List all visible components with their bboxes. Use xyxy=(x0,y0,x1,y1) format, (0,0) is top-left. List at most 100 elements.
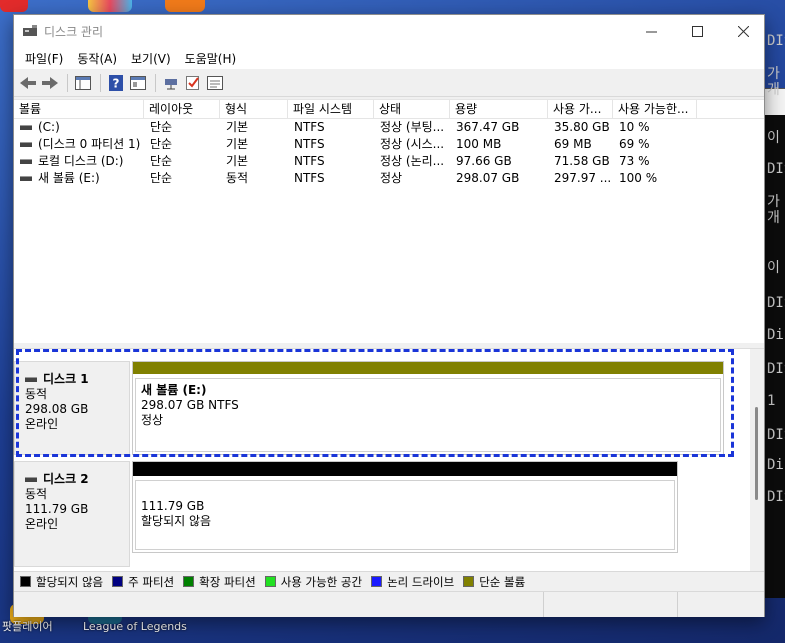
minimize-icon xyxy=(645,31,657,32)
console-text-line: 이 xyxy=(767,130,780,146)
legend-label: 단순 볼륨 xyxy=(479,574,526,589)
table-cell: 로컬 디스크 (D:) xyxy=(14,153,144,170)
titlebar: 디스크 관리 xyxy=(14,15,764,47)
list-button[interactable] xyxy=(205,73,225,93)
legend-label: 주 파티션 xyxy=(128,574,175,589)
table-cell: 100 MB xyxy=(456,137,502,151)
toolbar-separator xyxy=(67,73,68,92)
table-cell: 정상 xyxy=(380,171,403,185)
disk-management-window: 디스크 관리 파일(F) 동작(A) 보기(V) 도움말(H) ? 볼륨 레이아… xyxy=(13,14,765,617)
menu-action[interactable]: 동작(A) xyxy=(70,50,124,67)
connect-icon xyxy=(165,78,177,89)
column-header-volume[interactable]: 볼륨 xyxy=(14,100,144,118)
check-button[interactable] xyxy=(183,73,203,93)
scrollbar-thumb[interactable] xyxy=(755,407,758,500)
table-cell: 73 % xyxy=(619,154,650,168)
console-text-line: 1 xyxy=(767,393,776,409)
table-cell: 기본 xyxy=(226,120,249,134)
disk-status: 온라인 xyxy=(25,517,59,531)
table-cell: 71.58 GB xyxy=(554,154,610,168)
menu-view[interactable]: 보기(V) xyxy=(124,50,178,67)
desktop-app-icon-red[interactable] xyxy=(0,0,28,12)
console-view-button[interactable] xyxy=(73,73,93,93)
menu-help[interactable]: 도움말(H) xyxy=(178,50,244,67)
column-header-capacity[interactable]: 용량 xyxy=(450,100,548,118)
column-header-filesystem[interactable]: 파일 시스템 xyxy=(288,100,374,118)
volume-drive-icon xyxy=(20,176,32,181)
volume-drive-icon xyxy=(20,125,32,130)
status-bar xyxy=(14,591,764,617)
vertical-scrollbar[interactable] xyxy=(750,349,764,571)
table-cell: 단순 xyxy=(150,120,173,134)
table-cell: (디스크 0 파티션 1) xyxy=(14,136,144,153)
console-text-line: DIS xyxy=(767,33,785,49)
connect-button[interactable] xyxy=(161,73,181,93)
close-button[interactable] xyxy=(720,15,766,47)
legend-bar: 할당되지 않음 주 파티션 확장 파티션 사용 가능한 공간 논리 드라이브 단순 볼륨 xyxy=(14,571,764,591)
table-cell: 단순 xyxy=(150,154,173,168)
console-text-line: DIS xyxy=(767,361,785,377)
table-cell: 단순 xyxy=(150,171,173,185)
table-row[interactable]: (디스크 0 파티션 1) 단순 기본 NTFS 정상 (시스... 100 MB 69 M… xyxy=(14,136,764,153)
partition-state: 할당되지 않음 xyxy=(141,514,212,528)
partition-details: 111.79 GB 할당되지 않음 xyxy=(135,480,675,550)
disk-name: 디스크 2 xyxy=(25,472,129,487)
back-icon xyxy=(20,76,36,89)
help-button[interactable]: ? xyxy=(106,73,126,93)
desktop-app-icon-orange[interactable] xyxy=(165,0,205,12)
legend-swatch xyxy=(183,576,195,587)
column-header-layout[interactable]: 레이아웃 xyxy=(144,100,220,118)
menu-bar: 파일(F) 동작(A) 보기(V) 도움말(H) xyxy=(14,47,764,69)
properties-button[interactable] xyxy=(128,73,148,93)
console-text-line: DIS xyxy=(767,489,785,505)
check-icon xyxy=(186,75,199,90)
disk-drive-icon xyxy=(25,477,37,482)
volume-drive-icon xyxy=(20,142,32,147)
legend-label: 확장 파티션 xyxy=(199,574,256,589)
console-text-line: 개 xyxy=(767,210,780,226)
menu-file[interactable]: 파일(F) xyxy=(18,50,70,67)
desktop-label-league[interactable]: League of Legends xyxy=(83,620,187,633)
disk-info-panel[interactable]: 디스크 2 동적 111.79 GB 온라인 xyxy=(14,461,130,567)
disk-type: 동적 xyxy=(25,487,48,501)
column-header-free-percent[interactable]: 사용 가능한... xyxy=(613,100,697,118)
table-cell: (C:) xyxy=(14,119,144,136)
table-cell: 정상 (논리... xyxy=(380,154,445,168)
column-header-status[interactable]: 상태 xyxy=(374,100,450,118)
legend-swatch xyxy=(264,576,276,587)
minimize-button[interactable] xyxy=(628,15,674,47)
table-cell: 100 % xyxy=(619,171,658,185)
table-cell: 정상 (부팅... xyxy=(380,120,445,134)
console-text-line: DIS xyxy=(767,161,785,177)
table-row[interactable]: 로컬 디스크 (D:) 단순 기본 NTFS 정상 (논리... 97.66 GB 71.5… xyxy=(14,153,764,170)
table-row[interactable]: (C:) 단순 기본 NTFS 정상 (부팅... 367.47 GB 35.80 GB 10… xyxy=(14,119,764,136)
toolbar-separator xyxy=(100,73,101,92)
list-icon xyxy=(207,75,223,90)
table-cell: 69 MB xyxy=(554,137,592,151)
desktop-app-icon-colorful[interactable] xyxy=(88,0,132,12)
background-console-window[interactable]: DIS가개이DIS가개이DISDisDIS1DISDisDIS xyxy=(763,33,785,598)
console-text-line: Dis xyxy=(767,457,785,473)
disk-management-app-icon xyxy=(23,25,37,36)
table-cell: 367.47 GB xyxy=(456,120,520,134)
back-button[interactable] xyxy=(18,73,38,93)
forward-button[interactable] xyxy=(40,73,60,93)
table-row[interactable]: 새 볼륨 (E:) 단순 동적 NTFS 정상 298.07 GB 297.97 ... 10… xyxy=(14,170,764,187)
console-text-line: DIS xyxy=(767,427,785,443)
table-cell: NTFS xyxy=(294,171,325,185)
volume-list[interactable]: 볼륨 레이아웃 형식 파일 시스템 상태 용량 사용 가... 사용 가능한..… xyxy=(14,99,764,343)
table-cell: 정상 (시스... xyxy=(380,137,445,151)
close-icon xyxy=(737,25,749,37)
table-cell: NTFS xyxy=(294,137,325,151)
column-header-free-space[interactable]: 사용 가... xyxy=(548,100,613,118)
status-segment xyxy=(14,592,544,617)
maximize-button[interactable] xyxy=(674,15,720,47)
table-cell: 10 % xyxy=(619,120,650,134)
properties-icon xyxy=(130,75,146,90)
table-cell: 97.66 GB xyxy=(456,154,512,168)
desktop-label-potplayer[interactable]: 팟플레이어 xyxy=(2,620,53,633)
partition-block[interactable]: 111.79 GB 할당되지 않음 xyxy=(132,461,678,553)
disk-size: 111.79 GB xyxy=(25,502,89,516)
column-header-type[interactable]: 형식 xyxy=(220,100,288,118)
table-cell: NTFS xyxy=(294,120,325,134)
